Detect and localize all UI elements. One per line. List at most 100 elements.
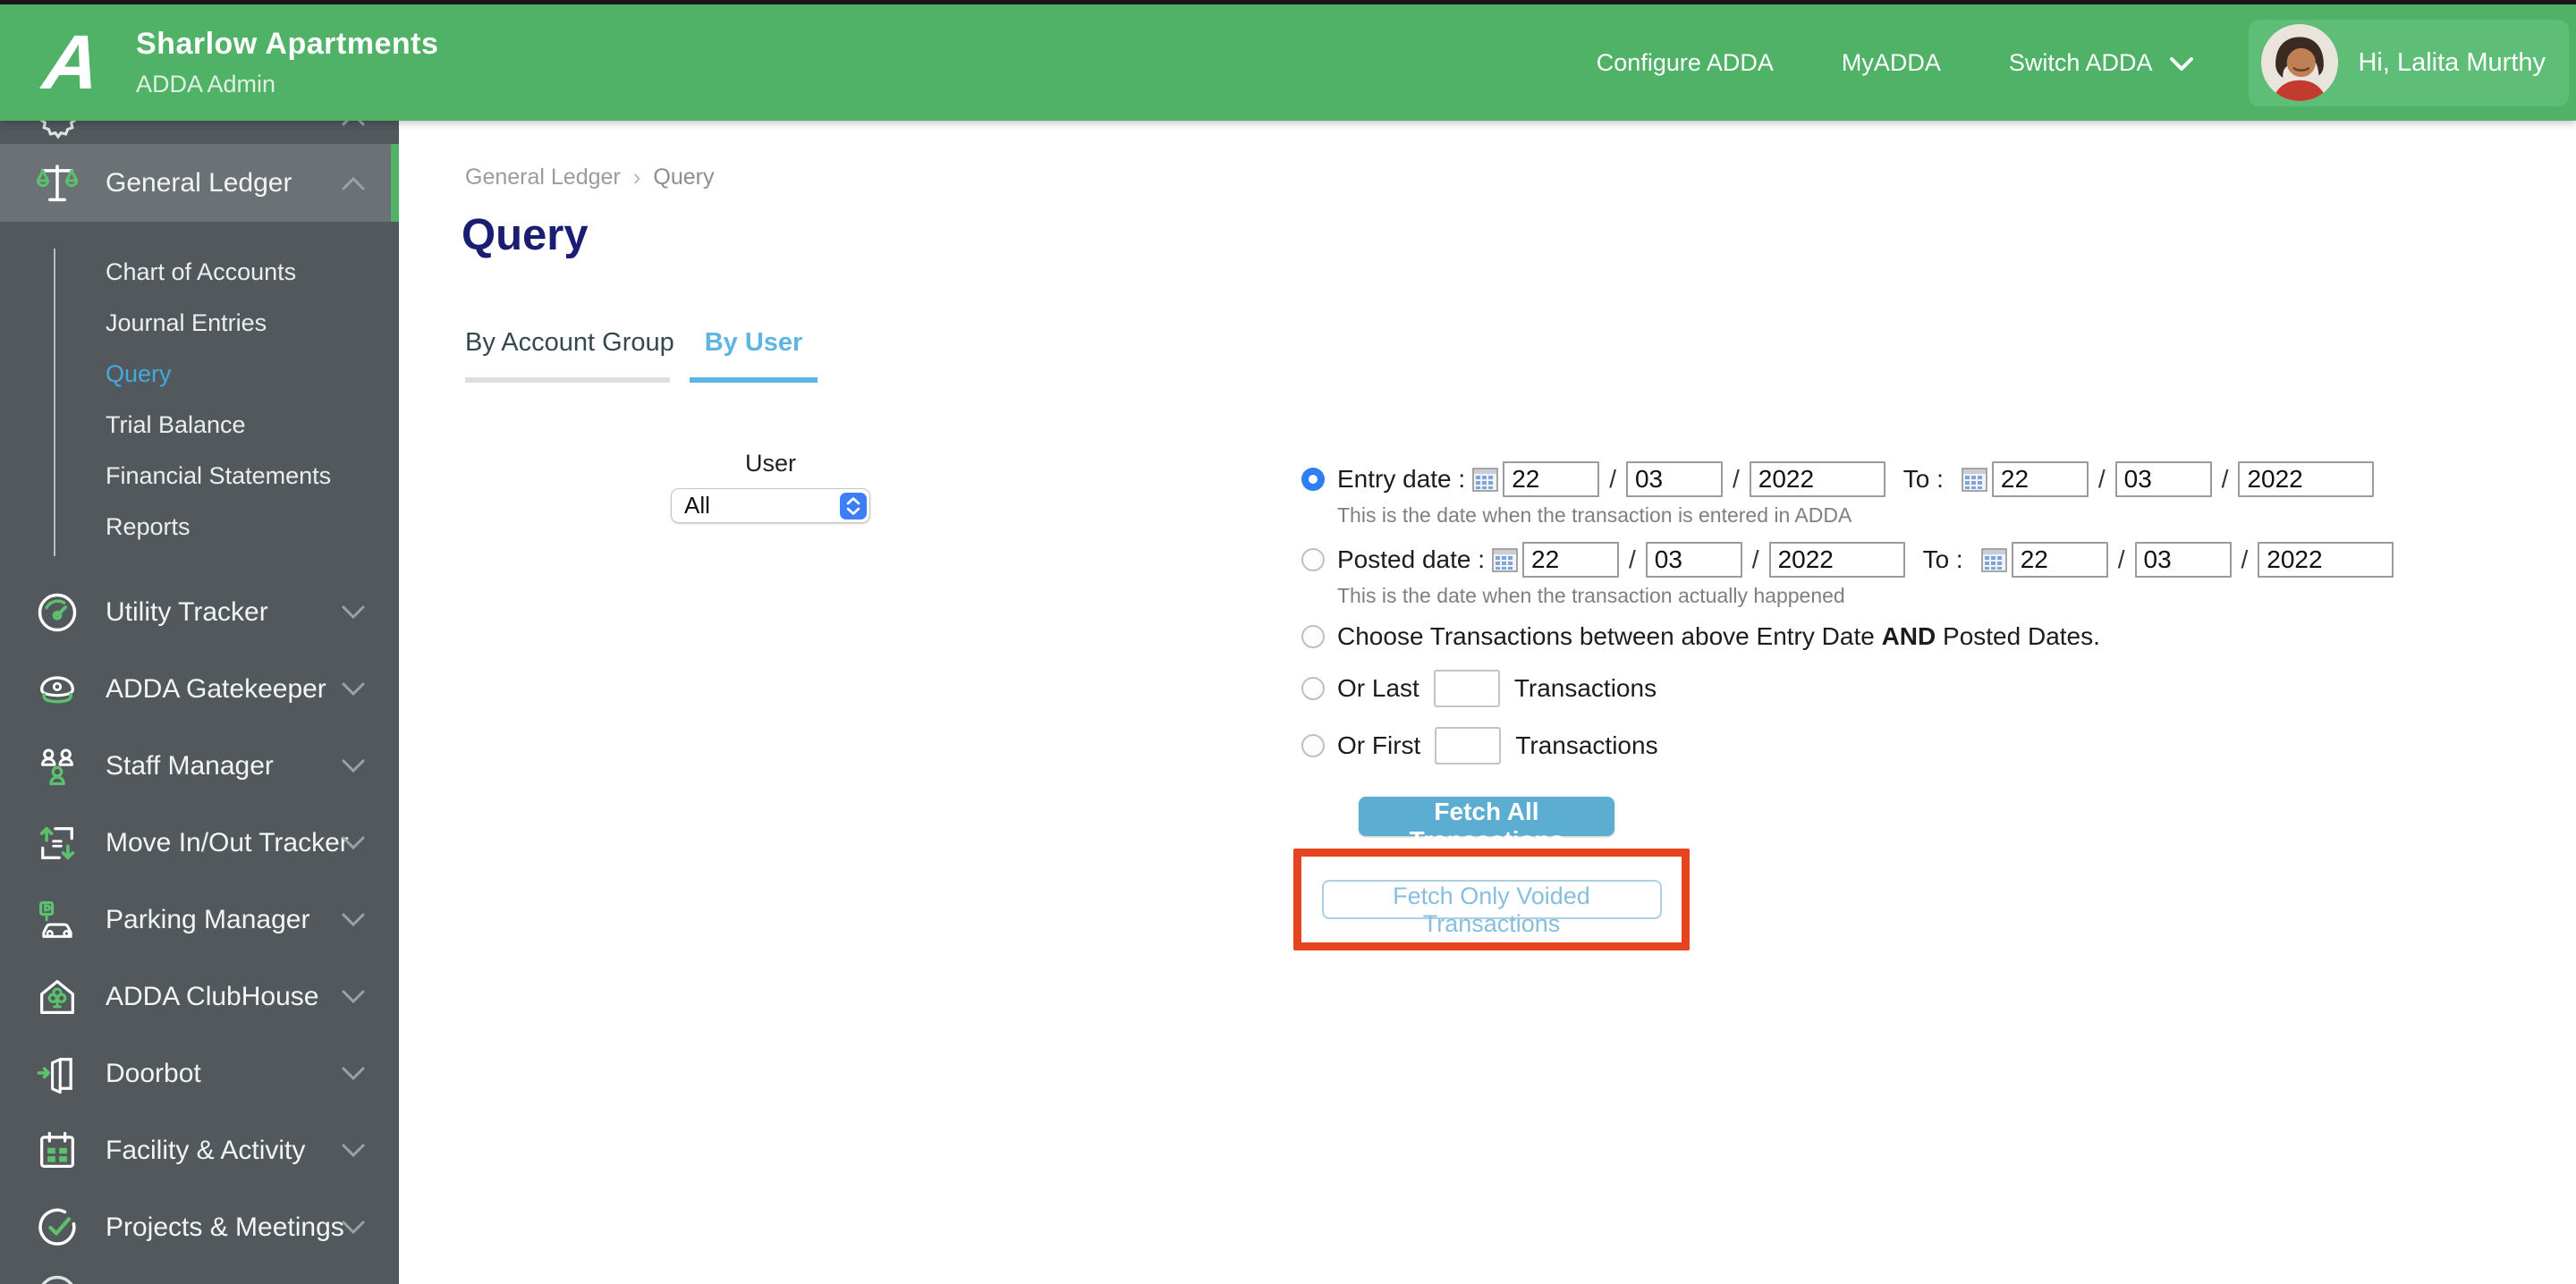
transaction-filter-options: Entry date : / / To : / bbox=[1293, 460, 2394, 950]
to-label: To : bbox=[1922, 545, 1963, 573]
sidebar-subitem-trial-balance[interactable]: Trial Balance bbox=[0, 400, 399, 451]
nav-myadda[interactable]: MyADDA bbox=[1842, 49, 1941, 77]
sidebar-partial-item-top bbox=[0, 121, 399, 144]
breadcrumb-query: Query bbox=[653, 165, 715, 190]
posted-to-day-input[interactable] bbox=[2011, 542, 2108, 578]
sidebar-item-move-in-out-tracker[interactable]: Move In/Out Tracker bbox=[0, 805, 399, 882]
or-last-row: Or Last Transactions bbox=[1301, 668, 2357, 709]
or-first-count-input[interactable] bbox=[1435, 727, 1502, 764]
sidebar-item-adda-clubhouse[interactable]: ADDA ClubHouse bbox=[0, 959, 399, 1035]
posted-date-note: This is the date when the transaction ac… bbox=[1337, 584, 1845, 607]
entry-to-day-input[interactable] bbox=[1991, 461, 2089, 497]
sidebar-subitem-journal-entries[interactable]: Journal Entries bbox=[0, 298, 399, 349]
entry-to-year-input[interactable] bbox=[2238, 461, 2375, 497]
brand-text: Sharlow Apartments ADDA Admin bbox=[136, 27, 438, 98]
sidebar-subitem-chart-of-accounts[interactable]: Chart of Accounts bbox=[0, 247, 399, 298]
sidebar-item-parking-manager[interactable]: Parking Manager bbox=[0, 882, 399, 959]
sidebar-item-projects-meetings[interactable]: Projects & Meetings bbox=[0, 1189, 399, 1266]
date-separator: / bbox=[2241, 545, 2249, 573]
guard-cap-icon bbox=[40, 676, 74, 704]
calendar-picker-icon[interactable] bbox=[1492, 547, 1518, 572]
brand: A Sharlow Apartments ADDA Admin bbox=[30, 20, 438, 106]
entry-to-month-input[interactable] bbox=[2114, 461, 2212, 497]
calendar-picker-icon[interactable] bbox=[1980, 547, 2007, 572]
choose-after-text: Posted Dates. bbox=[1936, 622, 2100, 650]
calendar-picker-icon[interactable] bbox=[1472, 467, 1498, 492]
breadcrumb-separator: › bbox=[632, 164, 641, 190]
posted-to-year-input[interactable] bbox=[2258, 542, 2394, 578]
sidebar-subitem-query[interactable]: Query bbox=[0, 349, 399, 400]
calendar-picker-icon[interactable] bbox=[1962, 467, 1987, 492]
annotation-highlight-rectangle: Fetch Only Voided Transactions bbox=[1293, 849, 1690, 950]
choose-between-radio[interactable] bbox=[1301, 625, 1325, 648]
or-first-radio[interactable] bbox=[1301, 734, 1325, 757]
sidebar-item-label: Parking Manager bbox=[106, 905, 310, 934]
main-content: General Ledger › Query Query By Account … bbox=[399, 121, 2576, 1284]
sidebar-item-label: Move In/Out Tracker bbox=[106, 828, 349, 857]
choose-between-row: Choose Transactions between above Entry … bbox=[1301, 621, 2357, 652]
sidebar-item-facility-activity[interactable]: Facility & Activity bbox=[0, 1112, 399, 1189]
to-label: To : bbox=[1902, 465, 1944, 493]
or-first-label: Or First bbox=[1337, 731, 1421, 759]
breadcrumb: General Ledger › Query bbox=[465, 164, 715, 191]
posted-from-month-input[interactable] bbox=[1645, 542, 1742, 578]
or-last-label: Or Last bbox=[1337, 674, 1419, 702]
entry-date-radio[interactable] bbox=[1301, 468, 1325, 491]
clubhouse-icon bbox=[40, 980, 74, 1014]
posted-from-year-input[interactable] bbox=[1768, 542, 1905, 578]
tab-by-account-group[interactable]: By Account Group bbox=[465, 328, 674, 383]
date-separator: / bbox=[2221, 465, 2229, 493]
page-title: Query bbox=[462, 211, 589, 259]
date-separator: / bbox=[2097, 465, 2106, 493]
sidebar-item-general-ledger[interactable]: General Ledger bbox=[0, 144, 399, 222]
entry-from-month-input[interactable] bbox=[1625, 461, 1723, 497]
gear-icon bbox=[39, 121, 77, 139]
fetch-all-transactions-button[interactable]: Fetch All Transactions bbox=[1359, 797, 1614, 854]
fetch-only-voided-transactions-button[interactable]: Fetch Only Voided Transactions bbox=[1321, 880, 1662, 937]
tab-by-user[interactable]: By User bbox=[690, 328, 818, 383]
sidebar-item-adda-gatekeeper[interactable]: ADDA Gatekeeper bbox=[0, 651, 399, 728]
sidebar-item-utility-tracker[interactable]: Utility Tracker bbox=[0, 574, 399, 651]
user-menu[interactable]: Hi, Lalita Murthy bbox=[2249, 19, 2569, 106]
user-label: User bbox=[744, 450, 796, 477]
posted-date-label: Posted date : bbox=[1337, 545, 1486, 573]
user-select[interactable]: All bbox=[671, 488, 870, 523]
or-last-suffix: Transactions bbox=[1513, 674, 1657, 702]
sidebar-item-label: Projects & Meetings bbox=[106, 1212, 344, 1242]
entry-date-label: Entry date : bbox=[1337, 465, 1466, 493]
user-filter-group: User All bbox=[671, 450, 870, 523]
sidebar-item-label: ADDA Gatekeeper bbox=[106, 674, 326, 704]
or-last-radio[interactable] bbox=[1301, 677, 1325, 700]
or-last-count-input[interactable] bbox=[1433, 670, 1500, 707]
entry-from-day-input[interactable] bbox=[1503, 461, 1600, 497]
sidebar-item-label: ADDA ClubHouse bbox=[106, 982, 319, 1011]
choose-between-label: Choose Transactions between above Entry … bbox=[1337, 622, 2100, 651]
nav-switch-adda[interactable]: Switch ADDA bbox=[2009, 49, 2196, 77]
or-first-suffix: Transactions bbox=[1515, 731, 1658, 759]
app-header: A Sharlow Apartments ADDA Admin Configur… bbox=[0, 4, 2576, 121]
choose-and-text: AND bbox=[1881, 622, 1936, 650]
general-ledger-submenu: Chart of Accounts Journal Entries Query … bbox=[0, 222, 399, 574]
or-first-row: Or First Transactions bbox=[1301, 725, 2357, 766]
chevron-down-icon bbox=[342, 759, 365, 773]
entry-from-year-input[interactable] bbox=[1749, 461, 1885, 497]
breadcrumb-general-ledger[interactable]: General Ledger bbox=[465, 165, 621, 190]
sidebar-item-doorbot[interactable]: Doorbot bbox=[0, 1035, 399, 1112]
chevron-down-icon bbox=[342, 605, 365, 620]
sidebar-item-label: Utility Tracker bbox=[106, 597, 268, 627]
sidebar-item-label: Doorbot bbox=[106, 1059, 201, 1088]
header-nav: Configure ADDA MyADDA Switch ADDA Hi, La… bbox=[1597, 19, 2576, 106]
nav-configure-adda[interactable]: Configure ADDA bbox=[1597, 49, 1774, 77]
sidebar-item-staff-manager[interactable]: Staff Manager bbox=[0, 728, 399, 805]
move-arrows-icon bbox=[39, 826, 75, 860]
sidebar-subitem-reports[interactable]: Reports bbox=[0, 502, 399, 553]
check-circle-icon bbox=[38, 1208, 76, 1246]
posted-to-month-input[interactable] bbox=[2134, 542, 2232, 578]
sidebar-subitem-financial-statements[interactable]: Financial Statements bbox=[0, 451, 399, 502]
sidebar-item-label: Facility & Activity bbox=[106, 1136, 306, 1165]
posted-from-day-input[interactable] bbox=[1522, 542, 1620, 578]
posted-date-radio[interactable] bbox=[1301, 548, 1325, 571]
people-icon bbox=[41, 748, 73, 786]
app-label: ADDA Admin bbox=[136, 71, 276, 97]
chevron-down-icon bbox=[342, 1221, 365, 1235]
